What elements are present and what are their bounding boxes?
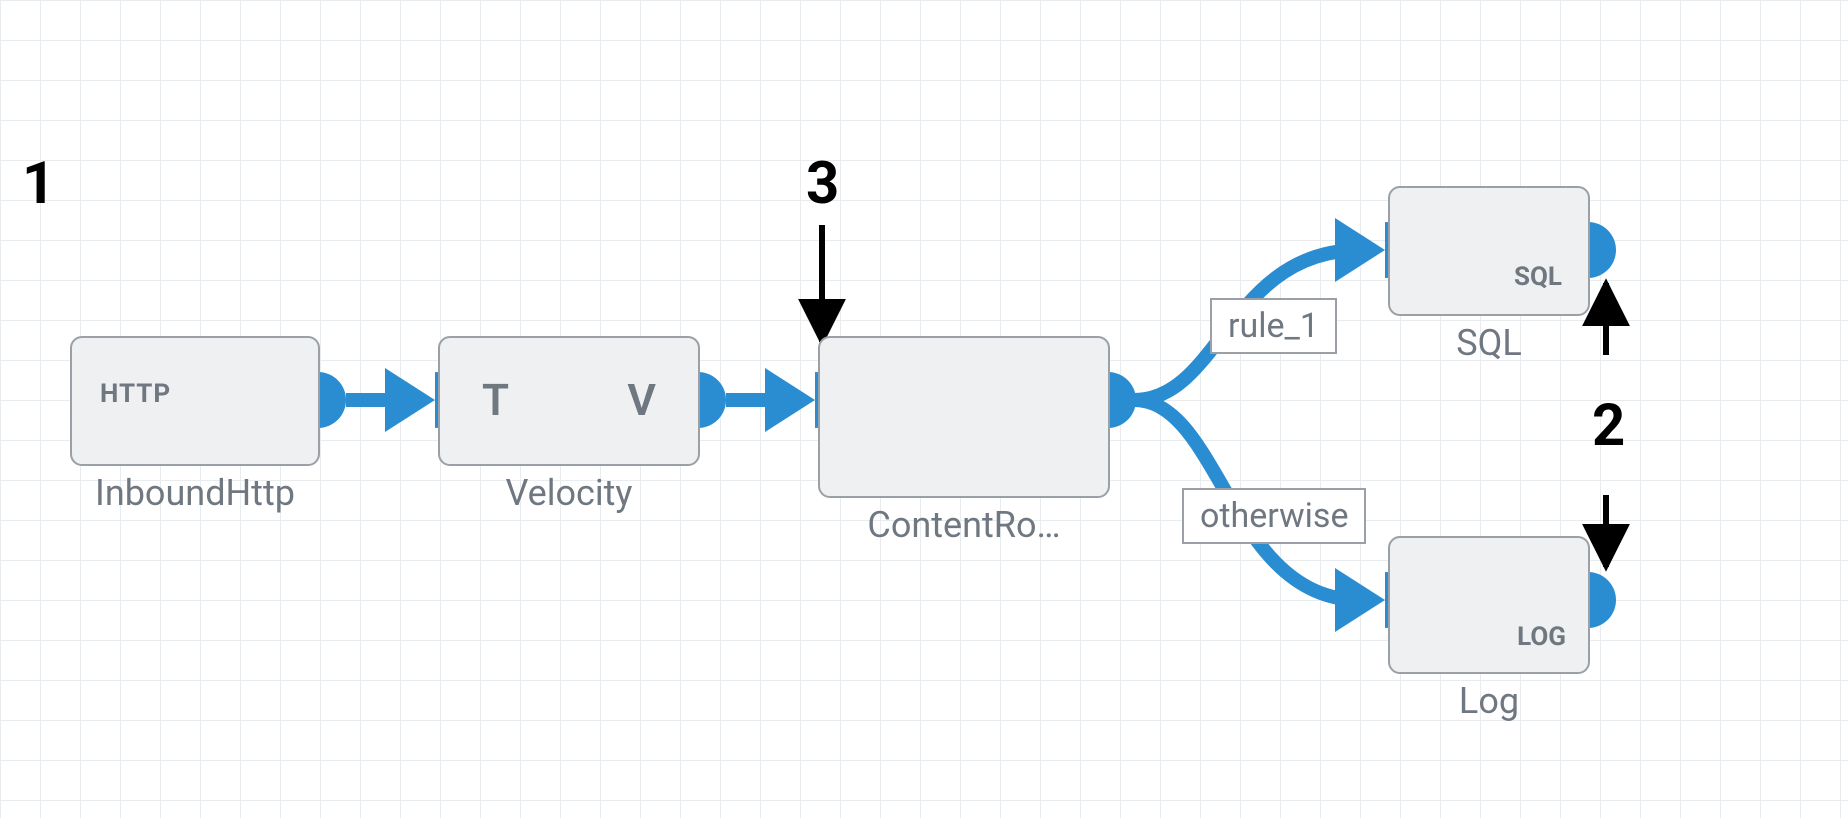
flow-canvas[interactable]: HTTP InboundHttp T V Velocity ContentRo…… (0, 0, 1848, 818)
node-label: Log (1459, 680, 1519, 722)
http-icon-label: HTTP (100, 379, 171, 409)
node-label: SQL (1456, 322, 1522, 364)
velocity-v: V (627, 374, 656, 426)
sql-badge: SQL (1514, 262, 1562, 292)
annotation-1: 1 (22, 150, 55, 218)
node-inbound-http[interactable]: HTTP InboundHttp (70, 336, 320, 466)
log-badge: LOG (1517, 622, 1566, 652)
node-content-router[interactable]: ContentRo… (818, 336, 1110, 498)
node-sql[interactable]: SQL SQL (1388, 186, 1590, 316)
edge-label-otherwise[interactable]: otherwise (1182, 488, 1366, 544)
edge-label-rule-1[interactable]: rule_1 (1210, 298, 1337, 354)
node-label: InboundHttp (95, 472, 295, 514)
node-label: ContentRo… (867, 504, 1060, 546)
annotation-2: 2 (1592, 392, 1625, 460)
node-log[interactable]: LOG Log (1388, 536, 1590, 674)
node-velocity[interactable]: T V Velocity (438, 336, 700, 466)
node-label: Velocity (506, 472, 633, 514)
annotation-3: 3 (806, 150, 839, 218)
velocity-t: T (482, 374, 509, 426)
